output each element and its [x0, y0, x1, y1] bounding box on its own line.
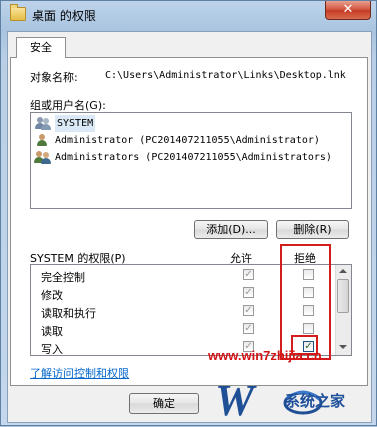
scroll-down-icon[interactable]	[339, 345, 347, 349]
allow-checkbox[interactable]: ✓	[243, 269, 254, 280]
window-title: 桌面 的权限	[32, 9, 96, 23]
list-item-label: Administrator (PC201407211055\Administra…	[55, 135, 320, 146]
list-item[interactable]: Administrator (PC201407211055\Administra…	[33, 132, 349, 149]
groups-label: 组或用户名(G):	[30, 99, 106, 112]
scroll-up-icon[interactable]	[339, 269, 347, 273]
permission-name: 完全控制	[41, 271, 85, 284]
object-name-label: 对象名称:	[30, 71, 78, 84]
list-item[interactable]: SYSTEM	[33, 115, 349, 132]
access-control-help-link[interactable]: 了解访问控制和权限	[30, 365, 129, 381]
permission-name: 写入	[41, 343, 63, 356]
permissions-dialog: 桌面 的权限 ✕ 安全 对象名称: C:\Users\Administrator…	[0, 0, 377, 426]
watermark-brand: 系统之家	[285, 392, 346, 410]
system-users-icon	[35, 116, 51, 131]
allow-checkbox[interactable]: ✓	[243, 287, 254, 298]
permission-name: 修改	[41, 289, 63, 302]
object-name-value: C:\Users\Administrator\Links\Desktop.lnk	[105, 70, 346, 81]
user-icon	[35, 133, 51, 148]
permission-name: 读取	[41, 325, 63, 338]
title-bar[interactable]: 桌面 的权限 ✕	[1, 1, 376, 31]
watermark-url: www.win7zhijia.cn	[208, 348, 322, 363]
permissions-scrollbar[interactable]	[335, 265, 351, 355]
group-users-icon	[34, 150, 51, 165]
allow-checkbox[interactable]: ✓	[243, 323, 254, 334]
tab-security[interactable]: 安全	[16, 37, 66, 58]
list-item-label: SYSTEM	[55, 115, 96, 132]
list-item-label: Administrators (PC201407211055\Administr…	[55, 152, 332, 163]
scroll-thumb[interactable]	[337, 279, 349, 313]
ok-button[interactable]: 确定	[129, 393, 199, 414]
folder-icon	[10, 4, 26, 21]
group-user-list[interactable]: SYSTEM Administrator (PC201407211055\Adm…	[30, 112, 352, 209]
close-button[interactable]: ✕	[325, 1, 371, 20]
svg-text:W: W	[215, 376, 257, 425]
permission-name: 读取和执行	[41, 307, 96, 320]
allow-checkbox[interactable]: ✓	[243, 305, 254, 316]
add-button[interactable]: 添加(D)...	[194, 220, 268, 239]
list-item[interactable]: Administrators (PC201407211055\Administr…	[33, 149, 349, 166]
remove-button[interactable]: 删除(R)	[276, 220, 349, 239]
